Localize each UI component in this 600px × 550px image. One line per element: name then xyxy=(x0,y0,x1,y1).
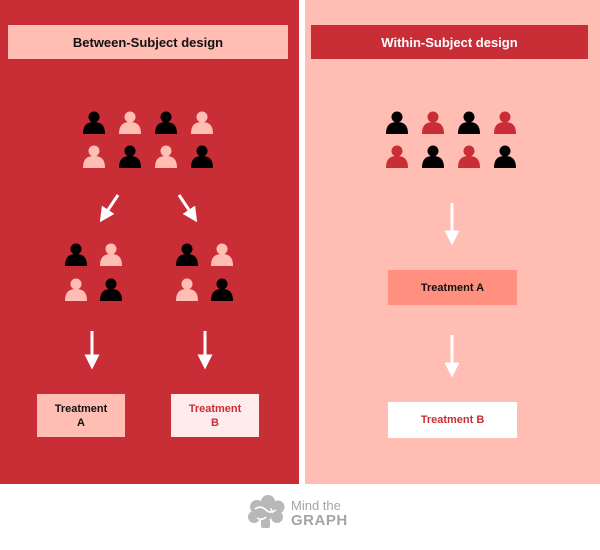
person-icon xyxy=(176,243,198,266)
logo-line2: GRAPH xyxy=(291,512,348,529)
person-icon xyxy=(386,111,408,134)
person-icon xyxy=(386,145,408,168)
split-arrow-right-icon xyxy=(177,194,198,223)
person-icon xyxy=(155,111,177,134)
person-icon xyxy=(191,145,213,168)
split-arrow-left-icon xyxy=(99,194,120,223)
person-icon xyxy=(494,145,516,168)
right-treatment-b: Treatment B xyxy=(388,402,517,438)
left-participant-group xyxy=(83,111,213,168)
logo-line1: Mind the xyxy=(291,498,341,513)
person-icon xyxy=(458,111,480,134)
person-icon xyxy=(83,145,105,168)
person-icon xyxy=(422,111,444,134)
person-icon xyxy=(191,111,213,134)
person-icon xyxy=(422,145,444,168)
person-icon xyxy=(176,278,198,301)
left-treatment-b: Treatment B xyxy=(171,394,259,437)
person-icon xyxy=(119,145,141,168)
left-treatment-a-line2: A xyxy=(77,416,85,429)
person-icon xyxy=(83,111,105,134)
left-treatment-a: Treatment A xyxy=(37,394,125,437)
person-icon xyxy=(100,243,122,266)
person-icon xyxy=(100,278,122,301)
left-treatment-b-line1: Treatment xyxy=(188,402,242,415)
person-icon xyxy=(65,243,87,266)
person-icon xyxy=(65,278,87,301)
person-icon xyxy=(211,243,233,266)
subgroup-a xyxy=(65,243,122,301)
person-icon xyxy=(119,111,141,134)
person-icon xyxy=(458,145,480,168)
subgroup-b xyxy=(176,243,233,301)
person-icon xyxy=(155,145,177,168)
logo-wordmark: Mind the GRAPH xyxy=(291,498,348,528)
left-treatment-a-line1: Treatment xyxy=(54,402,108,415)
left-treatment-b-line2: B xyxy=(211,416,219,429)
person-icon xyxy=(494,111,516,134)
brain-logo-icon xyxy=(248,495,285,528)
person-icon xyxy=(211,278,233,301)
right-participant-group xyxy=(386,111,516,168)
right-treatment-a: Treatment A xyxy=(388,270,517,305)
